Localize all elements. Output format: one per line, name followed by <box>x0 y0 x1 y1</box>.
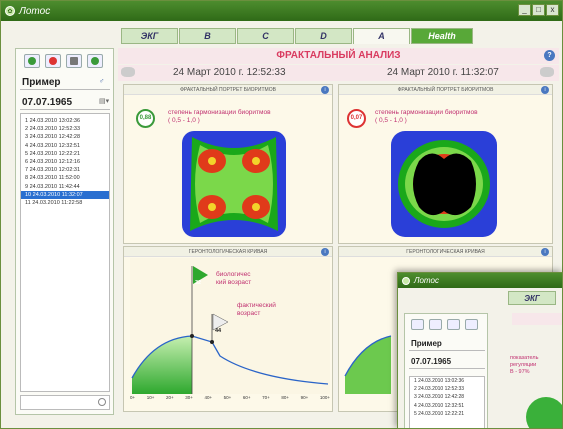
add-button[interactable] <box>24 54 40 68</box>
app-logo-icon: ✿ <box>5 6 15 16</box>
eye-icon <box>121 67 135 77</box>
fractal-image-left <box>182 131 286 237</box>
list-item[interactable]: 5 24.03.2010 12:22:21 <box>21 150 109 158</box>
records-list: 1 24.03.2010 13:02:36 2 24.03.2010 12:52:… <box>409 376 485 428</box>
info-icon[interactable]: i <box>541 86 549 94</box>
close-button[interactable]: x <box>546 4 559 16</box>
x-tick-label: 30+ <box>185 395 193 400</box>
window-title: Лотос <box>19 5 51 17</box>
delete-button[interactable] <box>429 319 442 330</box>
x-tick-label: 20+ <box>165 395 174 400</box>
patient-name-field[interactable]: Пример ♂ <box>20 75 110 90</box>
tab-d[interactable]: D <box>295 28 352 44</box>
refresh-button[interactable] <box>87 54 103 68</box>
x-tick-label: 0+ <box>130 395 136 400</box>
window-title: Лотос <box>414 276 439 285</box>
patient-sidebar: Пример ♂ 07.07.1965 ▤▾ 1 24.03.2010 13:0… <box>15 48 114 415</box>
x-tick-label: 100+ <box>319 395 330 400</box>
info-icon[interactable]: i <box>541 248 549 256</box>
list-item[interactable]: 3 24.03.2010 12:42:28 <box>21 133 109 141</box>
harmony-label: степень гармонизации биоритмов( 0,5 - 1,… <box>168 109 271 124</box>
list-item[interactable]: 9 24.03.2010 11:42:44 <box>21 183 109 191</box>
tab-c[interactable]: С <box>237 28 294 44</box>
tab-ecg[interactable]: ЭКГ <box>121 28 178 44</box>
x-tick-label: 10+ <box>146 395 155 400</box>
fractal-image-right <box>391 131 497 237</box>
fact-age-value: 44 <box>215 328 222 334</box>
info-icon[interactable]: i <box>321 248 329 256</box>
list-item[interactable]: 5 24.03.2010 12:22:21 <box>410 410 484 418</box>
harmony-badge: 0,07 <box>347 109 366 128</box>
x-tick-label: 50+ <box>223 395 232 400</box>
help-icon[interactable]: ? <box>544 50 555 61</box>
x-tick-label: 60+ <box>242 395 251 400</box>
list-item[interactable]: 6 24.03.2010 12:12:16 <box>21 158 109 166</box>
dob-field[interactable]: 07.07.1965 <box>409 354 485 369</box>
dates-bar: 24 Март 2010 г. 12:52:33 24 Март 2010 г.… <box>118 65 559 81</box>
x-tick-label: 90+ <box>300 395 309 400</box>
fractal-panel-right: ФРАКТАЛЬНЫЙ ПОРТРЕТ БИОРИТМОВ i 0,07 степ… <box>338 84 553 244</box>
minus-icon <box>49 57 57 65</box>
gauge <box>526 397 562 428</box>
x-axis-ticks: 0+ 10+ 20+ 30+ 40+ 50+ 60+ 70+ 80+ 90+ 100+ <box>130 395 330 400</box>
patient-name-field[interactable]: Пример <box>409 336 485 351</box>
list-item[interactable]: 7 24.03.2010 12:02:31 <box>21 166 109 174</box>
list-item[interactable]: 11 24.03.2010 11:22:58 <box>21 199 109 207</box>
search-input[interactable] <box>20 395 110 410</box>
regulation-label: показатель регуляции В - 97% <box>510 355 539 375</box>
print-button[interactable] <box>447 319 460 330</box>
eye-icon <box>540 67 554 77</box>
list-item[interactable]: 2 24.03.2010 12:52:33 <box>410 385 484 393</box>
bio-age-value: 32 <box>195 280 202 286</box>
harmony-badge: 0,88 <box>136 109 155 128</box>
x-tick-label: 70+ <box>262 395 270 400</box>
print-button[interactable] <box>66 54 82 68</box>
list-item[interactable]: 3 24.03.2010 12:42:28 <box>410 393 484 401</box>
tab-b[interactable]: В <box>179 28 236 44</box>
delete-button[interactable] <box>45 54 61 68</box>
title-bar: Лотос <box>398 273 562 288</box>
patient-sidebar: Пример 07.07.1965 1 24.03.2010 13:02:36 2… <box>404 313 488 428</box>
date-right: 24 Март 2010 г. 11:32:07 <box>387 67 499 78</box>
user-icon[interactable]: ♂ <box>99 78 108 86</box>
info-icon[interactable]: i <box>321 86 329 94</box>
calendar-dropdown-icon[interactable]: ▤▾ <box>99 98 109 106</box>
gerontology-panel-left: ГЕРОНТОЛОГИЧЕСКАЯ КРИВАЯ i 32 44 биологич… <box>123 246 333 412</box>
harmony-label: степень гармонизации биоритмов( 0,5 - 1,… <box>375 109 478 124</box>
list-item[interactable]: 1 24.03.2010 13:02:36 <box>21 117 109 125</box>
refresh-icon <box>91 57 99 65</box>
tab-a[interactable]: А <box>353 28 410 44</box>
maximize-button[interactable]: □ <box>532 4 545 16</box>
tab-bar: ЭКГ В С D А Health <box>121 28 474 45</box>
page-title: ФРАКТАЛЬНЫЙ АНАЛИЗ ? <box>118 48 559 64</box>
list-item[interactable]: 1 24.03.2010 13:02:36 <box>410 377 484 385</box>
search-icon[interactable] <box>98 398 106 406</box>
x-tick-label: 80+ <box>281 395 290 400</box>
printer-icon <box>70 57 78 65</box>
bio-age-label: биологичес кий возраст <box>216 271 252 286</box>
x-tick-label: 40+ <box>204 395 213 400</box>
fact-age-label: фактический возраст <box>237 302 276 317</box>
list-item[interactable]: 10 24.03.2010 11:32:07 <box>21 190 109 199</box>
list-item[interactable]: 8 24.03.2010 11:52:00 <box>21 174 109 182</box>
records-list: 1 24.03.2010 13:02:36 2 24.03.2010 12:52:… <box>20 113 110 392</box>
tab-ecg[interactable]: ЭКГ <box>508 291 556 305</box>
app-logo-icon <box>402 276 410 285</box>
dob-field[interactable]: 07.07.1965 ▤▾ <box>20 95 110 110</box>
plus-icon <box>28 57 36 65</box>
dates-bar <box>512 313 562 325</box>
refresh-button[interactable] <box>465 319 478 330</box>
list-item[interactable]: 4 24.03.2010 12:32:51 <box>410 402 484 410</box>
list-item[interactable]: 2 24.03.2010 12:52:33 <box>21 125 109 133</box>
secondary-window: Лотос ЭКГ Пример 07.07.1965 1 24.03.2010… <box>397 272 563 429</box>
add-button[interactable] <box>411 319 424 330</box>
date-left: 24 Март 2010 г. 12:52:33 <box>173 67 286 78</box>
fractal-panel-left: ФРАКТАЛЬНЫЙ ПОРТРЕТ БИОРИТМОВ i 0,88 степ… <box>123 84 333 244</box>
list-item[interactable]: 4 24.03.2010 12:32:51 <box>21 142 109 150</box>
tab-health[interactable]: Health <box>411 28 473 44</box>
minimize-button[interactable]: _ <box>518 4 531 16</box>
title-bar: ✿ Лотос _ □ x <box>1 1 562 21</box>
